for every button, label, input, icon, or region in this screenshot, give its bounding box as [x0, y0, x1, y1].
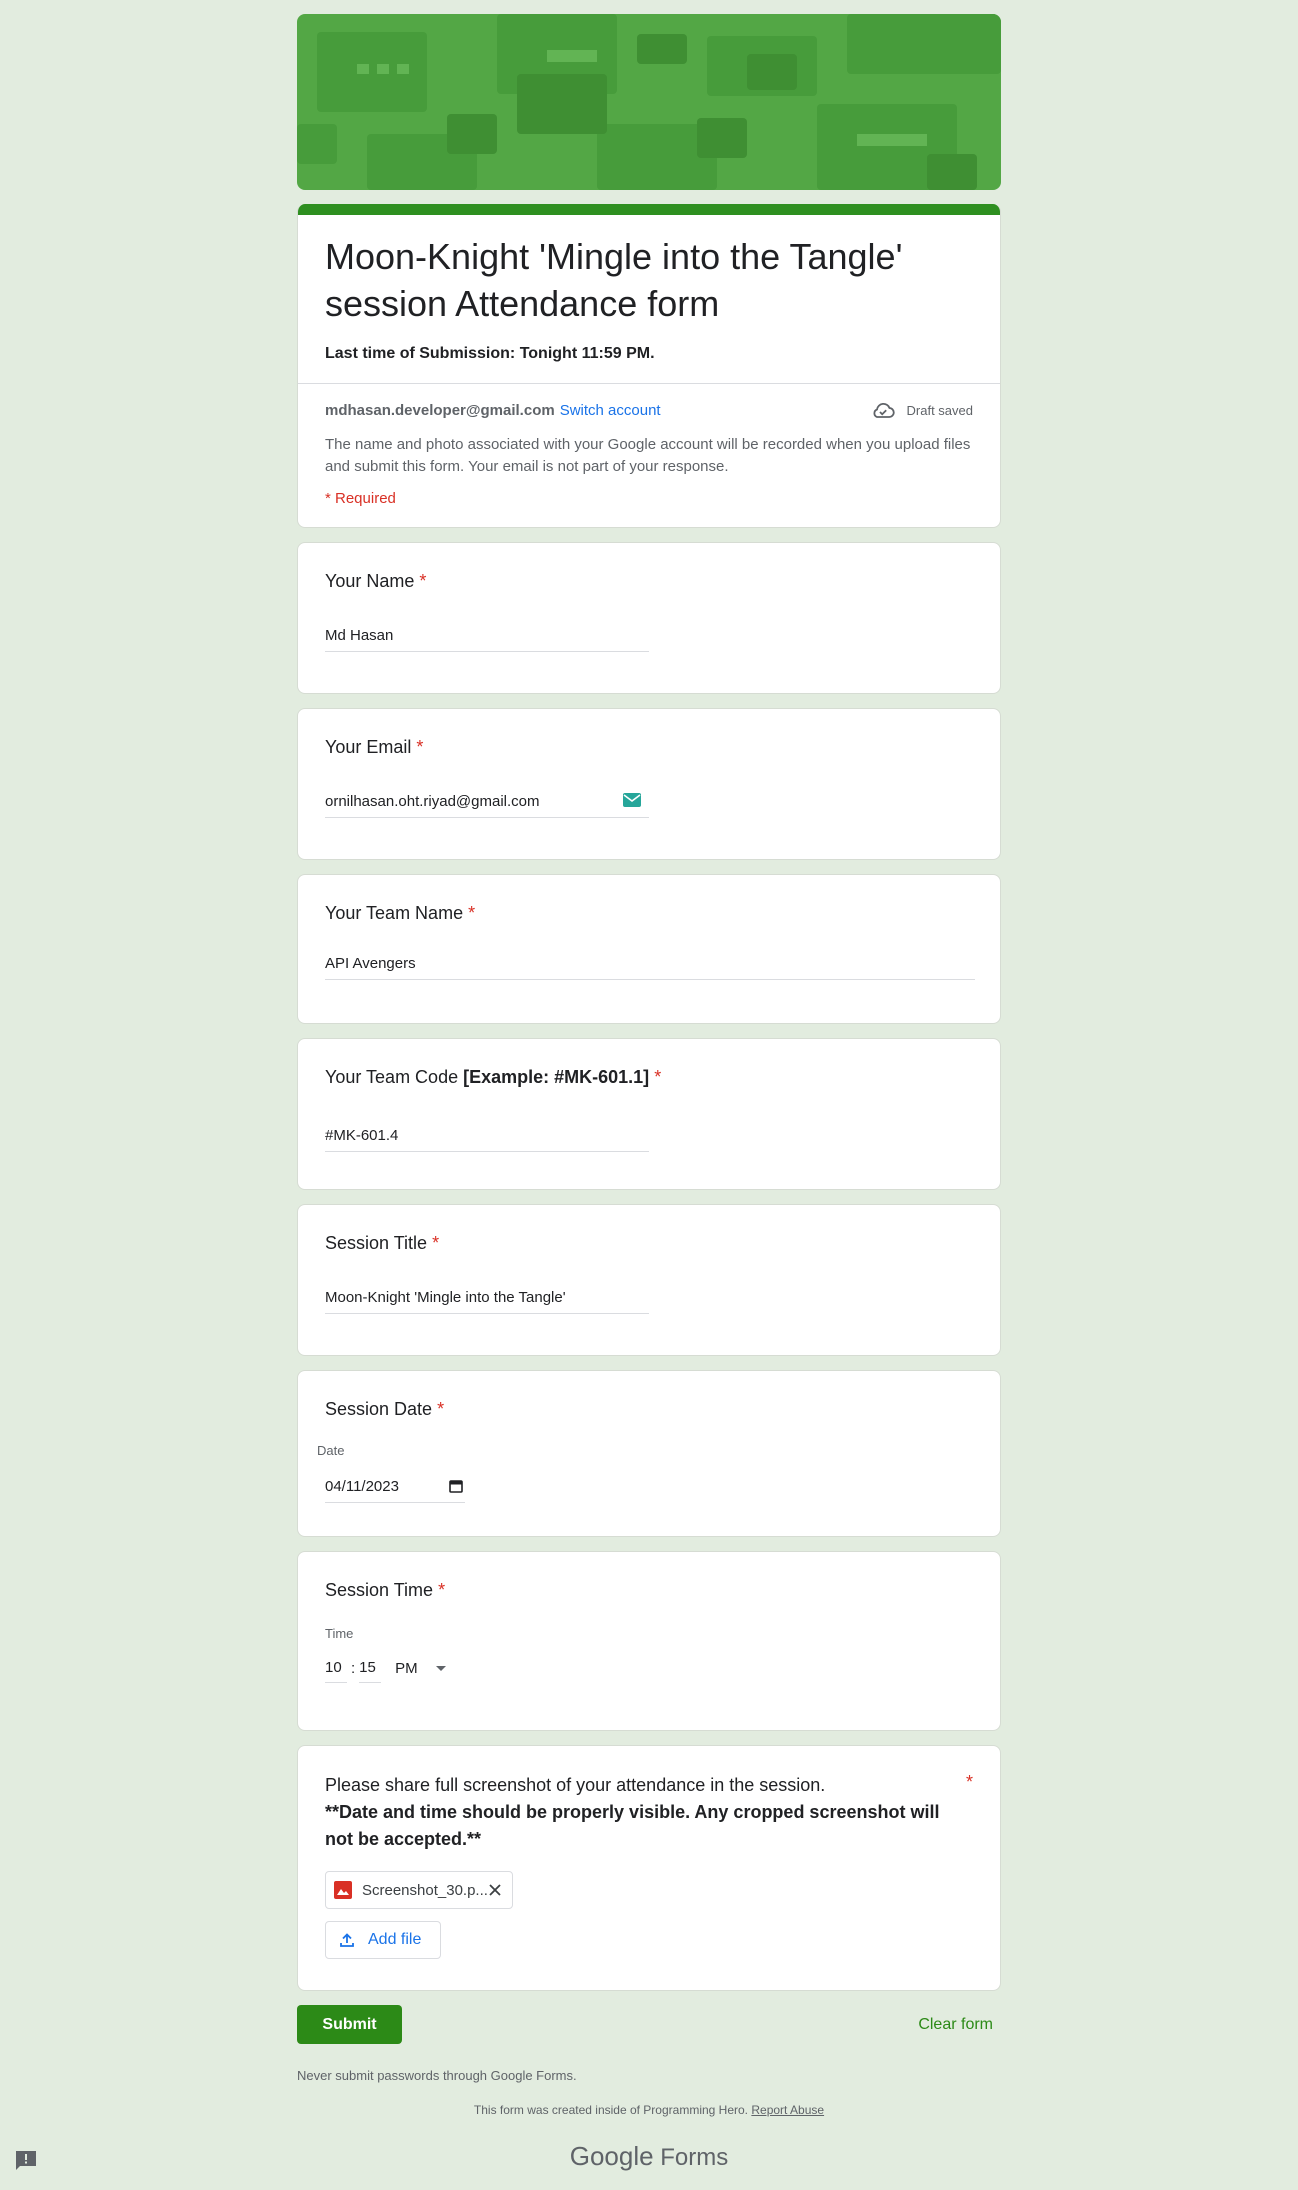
- time-input: 10 : 15 PM: [325, 1659, 973, 1683]
- accent-bar: [298, 204, 1000, 215]
- file-name: Screenshot_30.p...: [362, 1881, 488, 1899]
- question-session-time: Session Time * Time 10 : 15 PM: [297, 1551, 1001, 1731]
- name-input[interactable]: Md Hasan: [325, 627, 649, 652]
- account-notice: The name and photo associated with your …: [325, 436, 971, 475]
- question-team-name: Your Team Name * API Avengers: [297, 874, 1001, 1024]
- question-team-code: Your Team Code [Example: #MK-601.1] * #M…: [297, 1038, 1001, 1190]
- question-session-title: Session Title * Moon-Knight 'Mingle into…: [297, 1204, 1001, 1356]
- feedback-icon[interactable]: [14, 2149, 38, 2173]
- team-code-input[interactable]: #MK-601.4: [325, 1127, 649, 1152]
- upload-icon: [340, 1933, 354, 1947]
- question-label: Session Title: [325, 1233, 428, 1253]
- draft-status-label: Draft saved: [906, 402, 973, 418]
- account-email: mdhasan.developer@gmail.com: [325, 401, 555, 419]
- created-text: This form was created inside of Programm…: [473, 2103, 749, 2117]
- cloud-check-icon: [873, 402, 895, 418]
- date-sublabel: Date: [317, 1443, 345, 1458]
- google-forms-logo[interactable]: Google Forms: [297, 2141, 1001, 2172]
- submit-button[interactable]: Submit: [297, 2005, 402, 2044]
- required-star: *: [432, 1233, 440, 1253]
- account-section: mdhasan.developer@gmail.com Switch accou…: [298, 384, 1000, 527]
- image-file-icon: [334, 1881, 352, 1899]
- email-input[interactable]: ornilhasan.oht.riyad@gmail.com: [325, 793, 649, 818]
- forms-wordmark: Forms: [660, 2144, 729, 2171]
- ampm-select[interactable]: PM: [395, 1660, 446, 1683]
- question-label: Please share full screenshot of your att…: [325, 1775, 826, 1795]
- question-session-date: Session Date * Date 04/11/2023: [297, 1370, 1001, 1537]
- dropdown-arrow-icon: [435, 1665, 446, 1671]
- question-email: Your Email * ornilhasan.oht.riyad@gmail.…: [297, 708, 1001, 860]
- question-title: Your Team Name *: [325, 901, 973, 925]
- minute-input[interactable]: 15: [359, 1659, 382, 1683]
- question-label: Your Team Code: [325, 1067, 459, 1087]
- clear-form-button[interactable]: Clear form: [918, 2016, 993, 2034]
- form-container: Moon-Knight 'Mingle into the Tangle' ses…: [297, 14, 1001, 2172]
- required-note: * Required: [325, 490, 396, 507]
- ampm-value: PM: [395, 1660, 418, 1677]
- question-label-bold: [Example: #MK-601.1]: [463, 1067, 650, 1087]
- email-autofill-icon[interactable]: [623, 793, 641, 807]
- uploaded-file-chip[interactable]: Screenshot_30.p...: [325, 1871, 513, 1909]
- header-banner: [297, 14, 1001, 190]
- time-sublabel: Time: [325, 1626, 354, 1641]
- question-title: Your Email *: [325, 735, 973, 759]
- calendar-icon[interactable]: [449, 1479, 463, 1493]
- email-value: ornilhasan.oht.riyad@gmail.com: [325, 793, 540, 810]
- report-abuse-link[interactable]: Report Abuse: [751, 2103, 824, 2117]
- banner-pattern: [297, 14, 1001, 190]
- required-star: *: [437, 1399, 445, 1419]
- form-actions: Submit Clear form: [297, 2005, 1001, 2044]
- password-warning: Never submit passwords through Google Fo…: [297, 2068, 577, 2083]
- question-label: Your Email: [325, 737, 412, 757]
- hour-input[interactable]: 10: [325, 1659, 347, 1683]
- question-label: Your Name: [325, 571, 415, 591]
- question-label: Session Time: [325, 1580, 434, 1600]
- required-star: *: [416, 737, 424, 757]
- question-label: Your Team Name: [325, 903, 464, 923]
- date-value: 04/11/2023: [325, 1478, 399, 1495]
- question-title: Session Time *: [325, 1578, 973, 1602]
- draft-status: Draft saved: [871, 398, 973, 422]
- time-separator: :: [351, 1660, 356, 1677]
- question-label-bold: **Date and time should be properly visib…: [325, 1802, 940, 1849]
- required-star: *: [654, 1067, 662, 1087]
- form-description: Last time of Submission: Tonight 11:59 P…: [325, 345, 655, 362]
- form-title: Moon-Knight 'Mingle into the Tangle' ses…: [325, 236, 903, 324]
- required-star: *: [965, 1772, 973, 1792]
- question-title: Your Team Code [Example: #MK-601.1] *: [325, 1065, 973, 1089]
- question-title: Please share full screenshot of your att…: [325, 1772, 973, 1853]
- title-card: Moon-Knight 'Mingle into the Tangle' ses…: [297, 204, 1001, 528]
- question-screenshot: Please share full screenshot of your att…: [297, 1745, 1001, 1991]
- add-file-button[interactable]: Add file: [325, 1921, 441, 1959]
- switch-account-link[interactable]: Switch account: [560, 402, 661, 419]
- team-name-input[interactable]: API Avengers: [325, 955, 975, 980]
- date-input[interactable]: 04/11/2023: [325, 1478, 465, 1503]
- question-name: Your Name * Md Hasan: [297, 542, 1001, 694]
- question-title: Session Title *: [325, 1231, 973, 1255]
- add-file-label: Add file: [368, 1931, 422, 1948]
- question-title: Session Date *: [325, 1397, 973, 1421]
- required-star: *: [419, 571, 427, 591]
- question-label: Session Date: [325, 1399, 433, 1419]
- required-star: *: [438, 1580, 446, 1600]
- session-title-input[interactable]: Moon-Knight 'Mingle into the Tangle': [325, 1289, 649, 1314]
- created-note: This form was created inside of Programm…: [297, 2103, 1001, 2117]
- question-title: Your Name *: [325, 569, 973, 593]
- required-star: *: [468, 903, 476, 923]
- google-wordmark: Google: [569, 2141, 654, 2171]
- close-icon[interactable]: [488, 1883, 502, 1897]
